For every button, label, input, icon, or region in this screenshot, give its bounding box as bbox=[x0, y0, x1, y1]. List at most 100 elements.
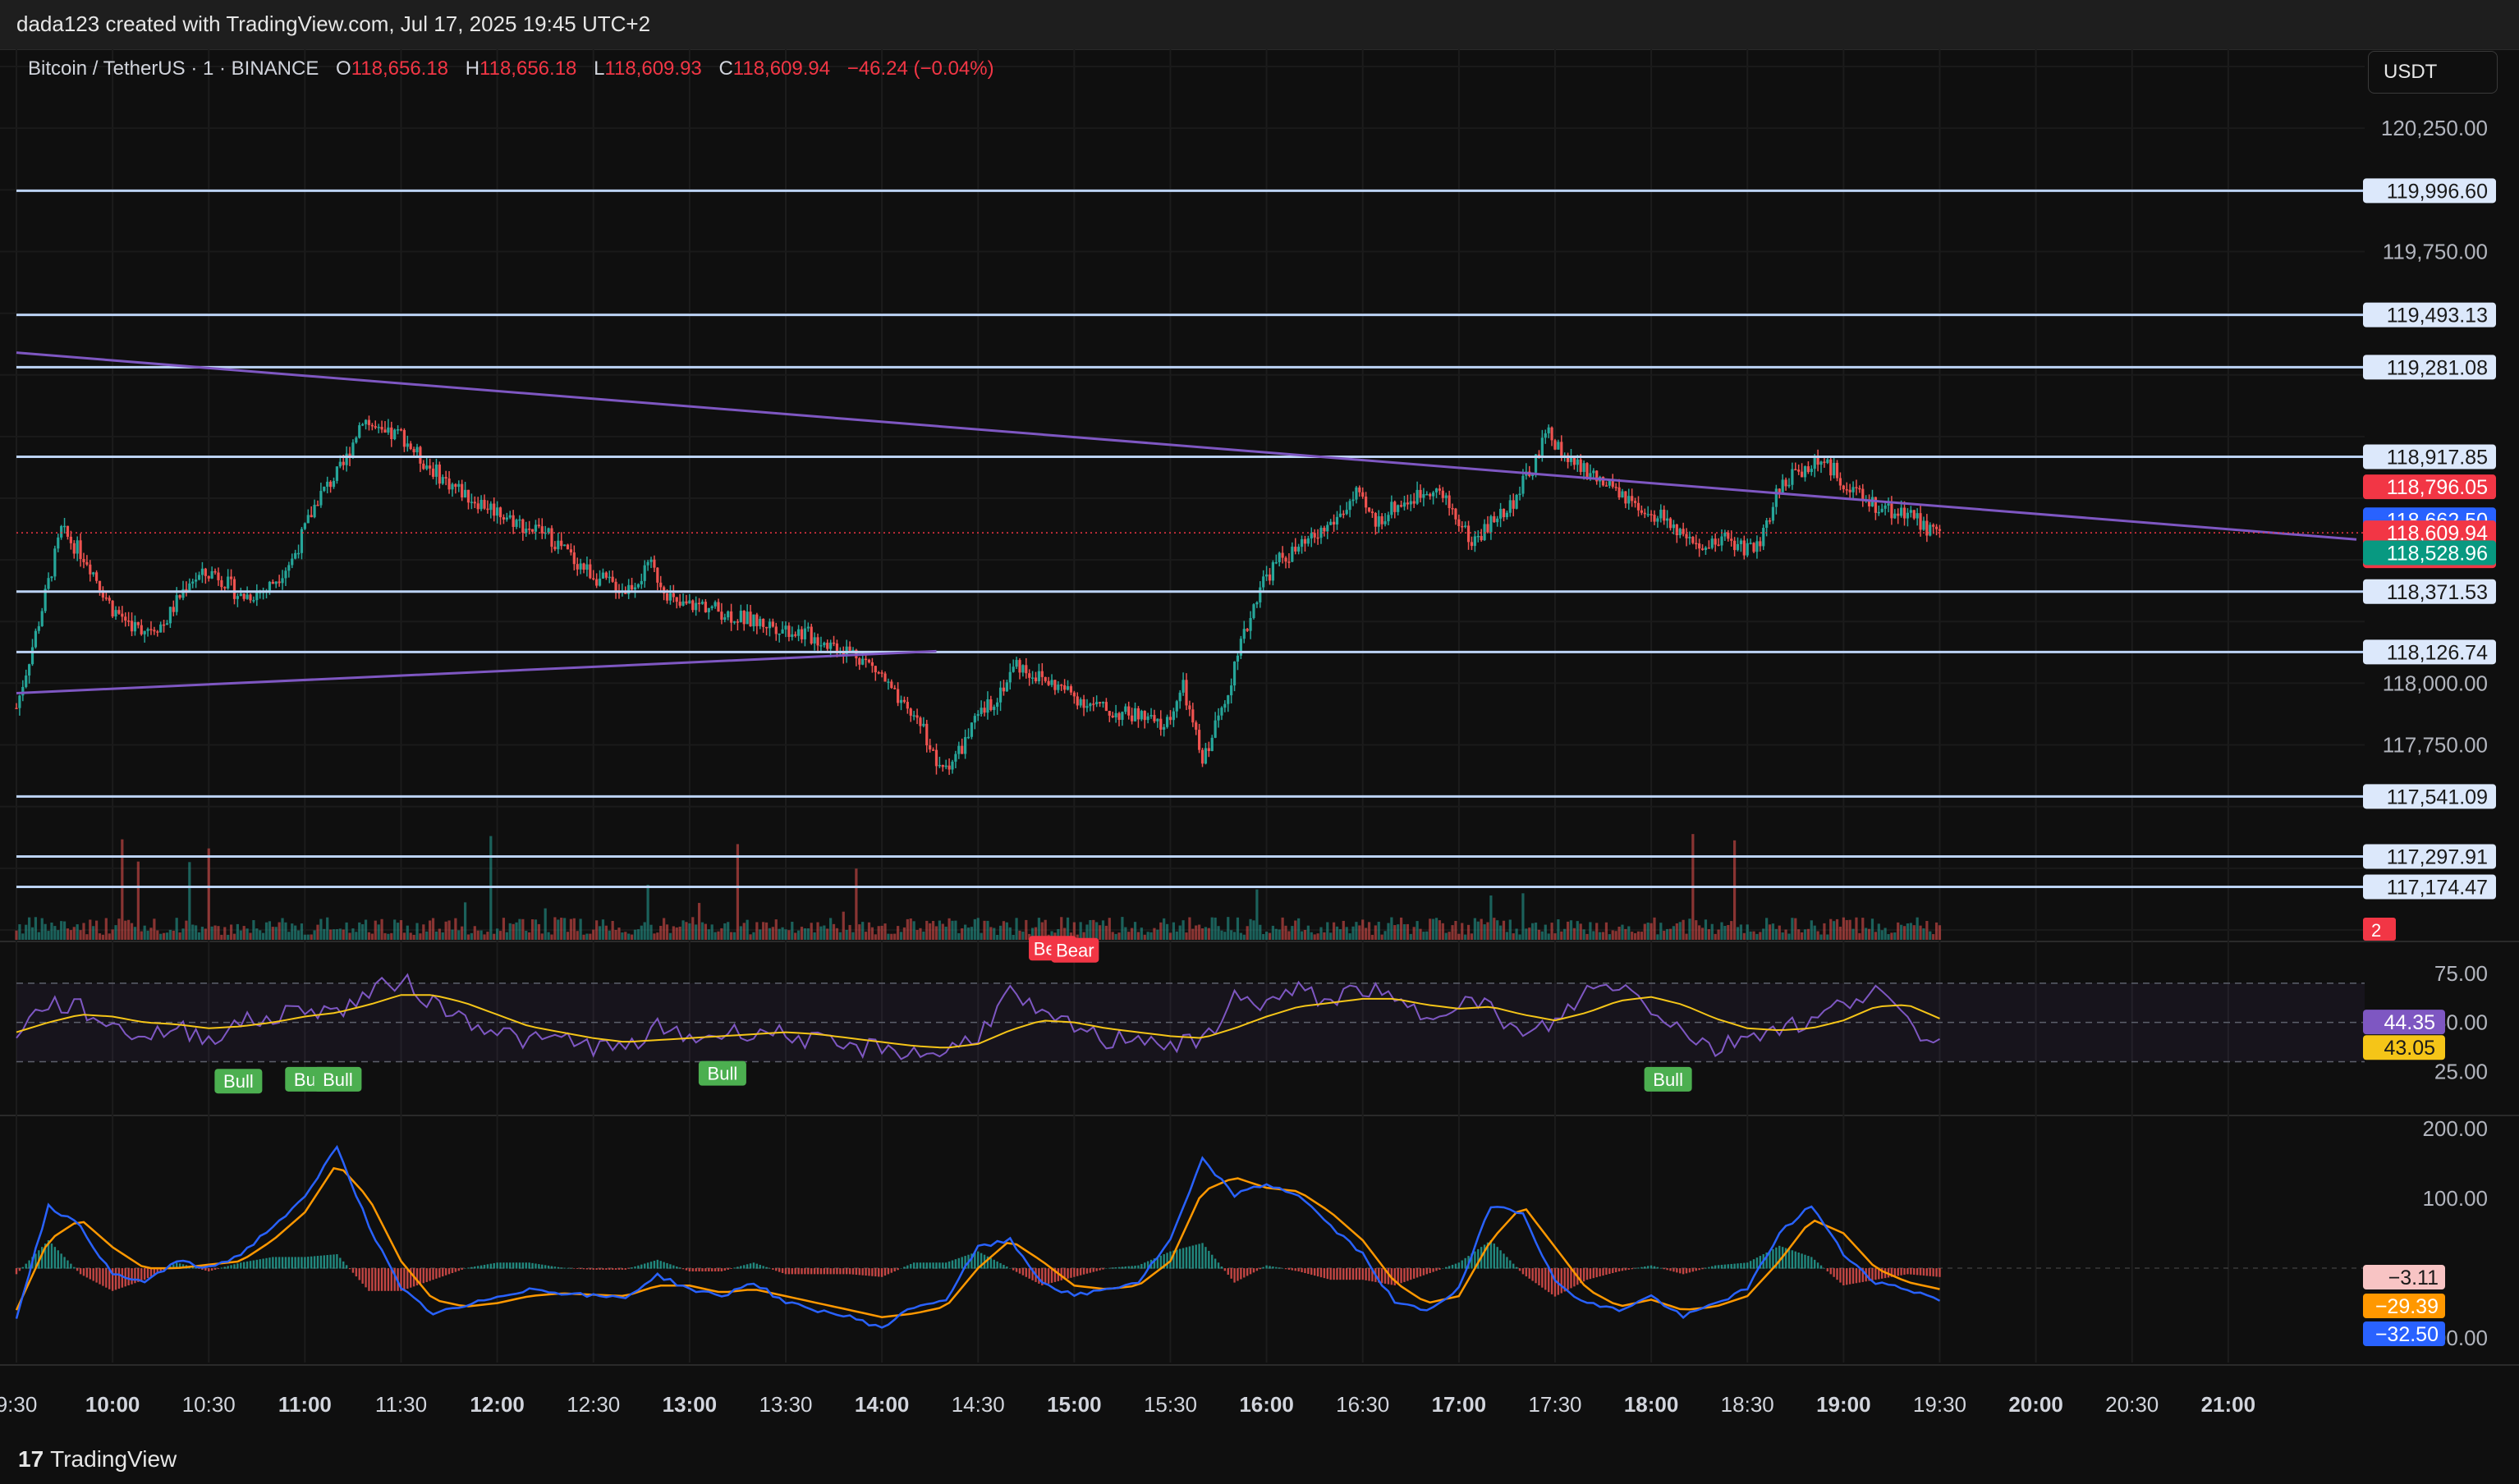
volume-bar bbox=[66, 928, 70, 940]
candle-body bbox=[249, 594, 252, 601]
candle-body bbox=[377, 427, 380, 428]
candle-body bbox=[470, 502, 473, 503]
macd-hist-bar bbox=[496, 1262, 498, 1269]
volume-bar bbox=[1595, 923, 1599, 940]
volume-bar bbox=[1666, 928, 1669, 940]
macd-hist-bar bbox=[1755, 1257, 1759, 1269]
macd-hist-bar bbox=[713, 1268, 717, 1271]
volume-bar bbox=[409, 932, 412, 940]
macd-hist-bar bbox=[531, 1262, 534, 1269]
candle-body bbox=[1101, 702, 1105, 703]
volume-bar bbox=[229, 924, 233, 940]
candle-body bbox=[797, 629, 801, 636]
volume-bar bbox=[37, 932, 40, 940]
volume-bar bbox=[976, 918, 980, 940]
candle-body bbox=[1765, 520, 1769, 529]
volume-bar bbox=[1461, 923, 1464, 940]
candle-body bbox=[15, 708, 18, 709]
x-tick-label: 19:00 bbox=[1816, 1392, 1871, 1417]
macd-hist-bar bbox=[1531, 1268, 1534, 1281]
candle-body bbox=[1919, 513, 1922, 530]
macd-hist-bar bbox=[213, 1268, 217, 1270]
volume-bar bbox=[149, 928, 153, 940]
volume-bar bbox=[1079, 922, 1082, 940]
volume-bar bbox=[278, 922, 281, 940]
candle-body bbox=[848, 646, 851, 651]
candle-body bbox=[1749, 543, 1752, 544]
x-tick-label: 20:00 bbox=[2008, 1392, 2063, 1417]
candle-body bbox=[1002, 687, 1006, 692]
candle-body bbox=[530, 529, 535, 532]
macd-hist-bar bbox=[1429, 1268, 1431, 1274]
macd-hist-bar bbox=[631, 1267, 633, 1269]
candle-body bbox=[993, 707, 996, 710]
macd-hist-bar bbox=[233, 1264, 236, 1269]
macd-hist-bar bbox=[1217, 1262, 1220, 1269]
macd-hist-bar bbox=[977, 1251, 980, 1269]
volume-bar bbox=[867, 922, 871, 940]
volume-bar bbox=[569, 918, 573, 940]
chart-svg[interactable]: 9:30 10:00 10:30 11:00 11:30 12:00 12:30 13:00 1… bbox=[0, 0, 2519, 1484]
volume-bar bbox=[323, 928, 326, 940]
volume-bar bbox=[30, 927, 34, 940]
symbol-label[interactable]: Bitcoin / TetherUS · 1 · BINANCE bbox=[28, 57, 319, 80]
macd-hist-bar bbox=[454, 1268, 457, 1272]
candle-body bbox=[1902, 507, 1906, 519]
tradingview-logo[interactable]: 17 TradingView bbox=[18, 1446, 177, 1473]
volume-bar bbox=[1163, 918, 1166, 940]
volume-bar bbox=[1531, 923, 1535, 940]
volume-bar bbox=[319, 918, 323, 940]
volume-bar bbox=[848, 924, 851, 940]
volume-bar bbox=[1534, 923, 1538, 940]
candle-body bbox=[1252, 604, 1255, 618]
volume-bar bbox=[1483, 924, 1486, 940]
candle-body bbox=[21, 686, 25, 696]
candle-body bbox=[1236, 655, 1240, 662]
rsi-y-tick-label: 25.00 bbox=[2434, 1059, 2488, 1083]
volume-bar bbox=[82, 923, 85, 940]
volume-bar bbox=[1582, 929, 1585, 940]
candle-body bbox=[76, 540, 79, 554]
candle-body bbox=[1156, 718, 1159, 721]
currency-button[interactable]: USDT bbox=[2368, 51, 2498, 94]
volume-bar bbox=[40, 918, 44, 940]
macd-hist-bar bbox=[140, 1268, 143, 1281]
volume-bar bbox=[1909, 923, 1912, 940]
macd-hist-bar bbox=[861, 1268, 864, 1276]
macd-hist-bar bbox=[1044, 1268, 1047, 1285]
volume-bar bbox=[826, 928, 829, 940]
candle-body bbox=[370, 424, 374, 427]
macd-hist-bar bbox=[887, 1268, 890, 1275]
macd-hist-bar bbox=[1124, 1266, 1127, 1269]
volume-bar bbox=[1121, 917, 1124, 940]
candle-body bbox=[1406, 502, 1409, 505]
candle-body bbox=[1707, 547, 1710, 549]
volume-bar bbox=[636, 929, 640, 940]
volume-bar bbox=[1095, 922, 1099, 940]
macd-hist-bar bbox=[836, 1268, 838, 1275]
candle-body bbox=[909, 708, 912, 716]
volume-bar bbox=[1797, 929, 1801, 940]
volume-bar bbox=[1451, 925, 1454, 940]
volume-bar bbox=[1749, 931, 1752, 940]
macd-hist-bar bbox=[1814, 1259, 1816, 1269]
candle-body bbox=[572, 552, 576, 565]
volume-bar bbox=[252, 920, 255, 940]
volume-bar bbox=[281, 918, 284, 940]
macd-hist-bar bbox=[82, 1268, 85, 1276]
candle-body bbox=[271, 581, 274, 584]
candle-body bbox=[1829, 459, 1833, 476]
volume-bar bbox=[351, 928, 355, 940]
candle-body bbox=[1217, 715, 1220, 721]
level-price-badge: 117,541.09 bbox=[2387, 786, 2488, 808]
candle-body bbox=[861, 658, 865, 665]
macd-hist-bar bbox=[227, 1266, 229, 1269]
candle-body bbox=[582, 563, 585, 570]
macd-hist-bar bbox=[1794, 1251, 1796, 1269]
macd-hist-bar bbox=[355, 1268, 358, 1277]
volume-bar bbox=[1175, 931, 1178, 940]
candle-body bbox=[1005, 682, 1008, 692]
candle-body bbox=[668, 593, 672, 601]
volume-bar bbox=[425, 931, 429, 940]
candle-body bbox=[823, 643, 826, 646]
